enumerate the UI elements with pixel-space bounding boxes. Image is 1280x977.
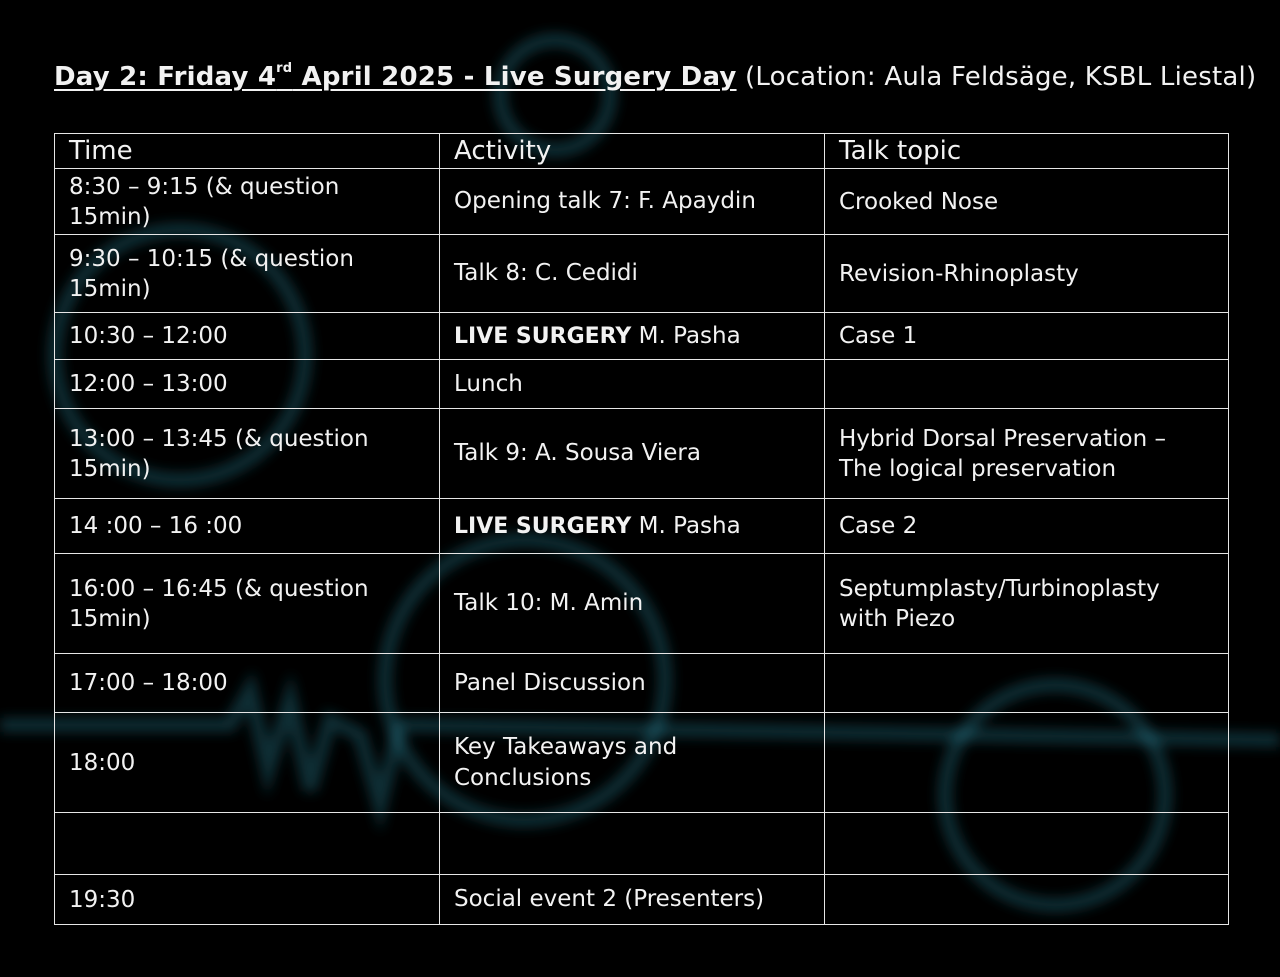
topic-cell <box>824 359 1229 409</box>
topic-cell <box>824 874 1229 925</box>
activity-cell: Panel Discussion <box>439 653 825 713</box>
time-cell: 9:30 – 10:15 (& question 15min) <box>54 234 440 313</box>
topic-cell <box>824 712 1229 813</box>
table-row: 16:00 – 16:45 (& question 15min) Talk 10… <box>54 553 1229 654</box>
topic-cell: Case 2 <box>824 498 1229 554</box>
activity-cell: Lunch <box>439 359 825 409</box>
table-row: 13:00 – 13:45 (& question 15min) Talk 9:… <box>54 408 1229 499</box>
activity-text: Lunch <box>454 370 523 397</box>
topic-cell: Crooked Nose <box>824 168 1229 235</box>
day-title: Day 2: Friday 4rd April 2025 - Live Surg… <box>54 61 737 92</box>
activity-text: Talk 8: C. Cedidi <box>454 260 638 286</box>
time-cell: 16:00 – 16:45 (& question 15min) <box>54 553 440 654</box>
activity-cell: Social event 2 (Presenters) <box>439 874 825 925</box>
table-row: 10:30 – 12:00 LIVE SURGERY M. Pasha Case… <box>54 312 1229 360</box>
activity-cell: Opening talk 7: F. Apaydin <box>439 168 825 235</box>
schedule-table: Time Activity Talk topic 8:30 – 9:15 (& … <box>54 133 1229 925</box>
table-row: 14 :00 – 16 :00 LIVE SURGERY M. Pasha Ca… <box>54 498 1229 554</box>
activity-text: M. Pasha <box>631 512 741 539</box>
topic-cell: Case 1 <box>824 312 1229 360</box>
activity-text: Opening talk 7: F. Apaydin <box>454 188 756 214</box>
table-row: 12:00 – 13:00 Lunch <box>54 359 1229 409</box>
activity-bold-text: LIVE SURGERY <box>454 323 632 349</box>
table-row: 17:00 – 18:00 Panel Discussion <box>54 653 1229 713</box>
location-text: (Location: Aula Feldsäge, KSBL Liestal) <box>736 62 1257 92</box>
table-row: 9:30 – 10:15 (& question 15min) Talk 8: … <box>54 234 1229 313</box>
activity-text: Talk 9: A. Sousa Viera <box>454 440 701 466</box>
activity-cell: Talk 8: C. Cedidi <box>439 234 825 313</box>
table-row: 8:30 – 9:15 (& question 15min) Opening t… <box>54 168 1229 235</box>
time-cell: 14 :00 – 16 :00 <box>54 498 440 554</box>
activity-cell <box>439 812 825 875</box>
topic-cell: Revision-Rhinoplasty <box>824 234 1229 313</box>
activity-text: Panel Discussion <box>454 669 646 696</box>
table-row <box>54 812 1229 875</box>
topic-cell: Hybrid Dorsal Preservation – The logical… <box>824 408 1229 499</box>
activity-cell: LIVE SURGERY M. Pasha <box>439 312 825 360</box>
header-time: Time <box>54 133 440 169</box>
time-cell: 12:00 – 13:00 <box>54 359 440 409</box>
activity-cell: Key Takeaways and Conclusions <box>439 712 825 813</box>
activity-cell: Talk 10: M. Amin <box>439 553 825 654</box>
time-cell: 18:00 <box>54 712 440 813</box>
header-talk-topic: Talk topic <box>824 133 1229 169</box>
topic-cell <box>824 812 1229 875</box>
activity-text: Talk 10: M. Amin <box>454 590 644 616</box>
table-row: 18:00 Key Takeaways and Conclusions <box>54 712 1229 813</box>
activity-text: Social event 2 (Presenters) <box>454 886 765 912</box>
program-page: Day 2: Friday 4rd April 2025 - Live Surg… <box>0 0 1280 977</box>
table-header-row: Time Activity Talk topic <box>54 133 1229 169</box>
time-cell: 10:30 – 12:00 <box>54 312 440 360</box>
day-heading: Day 2: Friday 4rd April 2025 - Live Surg… <box>54 58 1256 96</box>
time-cell <box>54 812 440 875</box>
topic-cell: Septumplasty/Turbinoplasty with Piezo <box>824 553 1229 654</box>
time-cell: 19:30 <box>54 874 440 925</box>
activity-cell: Talk 9: A. Sousa Viera <box>439 408 825 499</box>
time-cell: 17:00 – 18:00 <box>54 653 440 713</box>
header-activity: Activity <box>439 133 825 169</box>
topic-cell <box>824 653 1229 713</box>
activity-cell: LIVE SURGERY M. Pasha <box>439 498 825 554</box>
table-row: 19:30 Social event 2 (Presenters) <box>54 874 1229 925</box>
time-cell: 13:00 – 13:45 (& question 15min) <box>54 408 440 499</box>
activity-text: Key Takeaways and Conclusions <box>454 734 678 791</box>
activity-text: M. Pasha <box>631 322 741 349</box>
time-cell: 8:30 – 9:15 (& question 15min) <box>54 168 440 235</box>
activity-bold-text: LIVE SURGERY <box>454 513 632 539</box>
